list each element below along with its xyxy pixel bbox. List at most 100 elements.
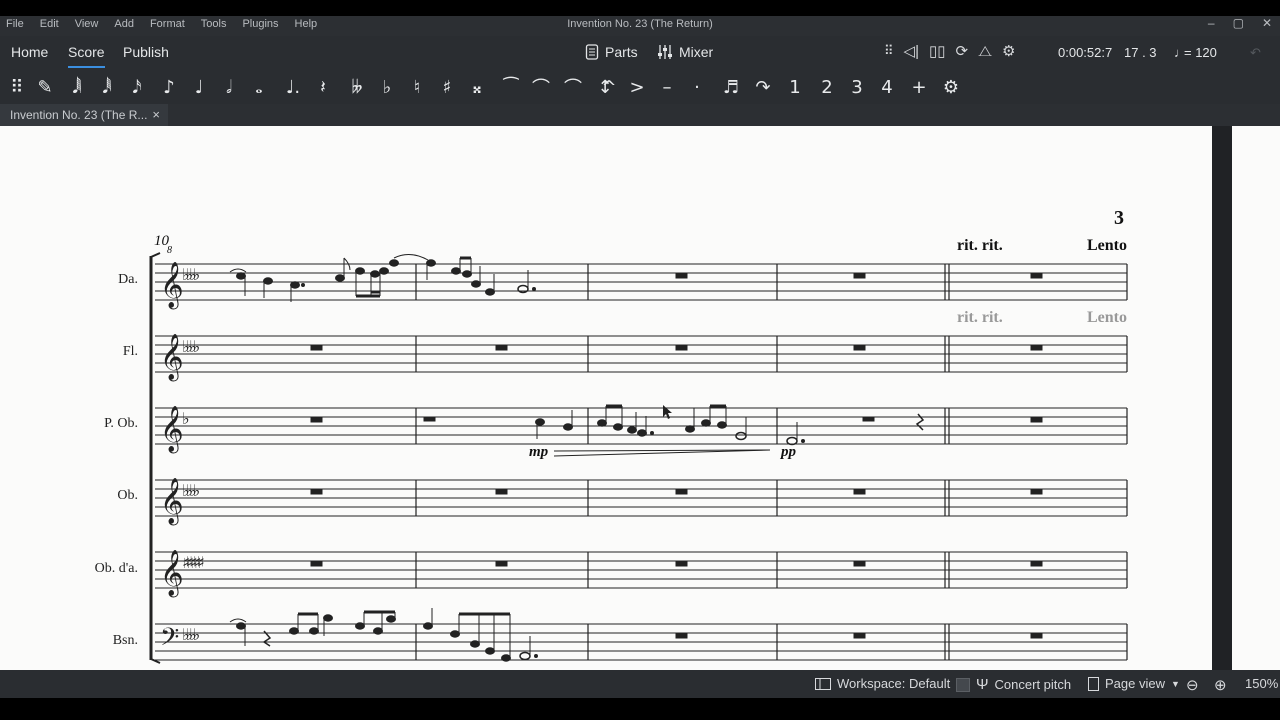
tab-home[interactable]: Home (11, 44, 48, 60)
maximize-icon[interactable]: ▢ (1233, 16, 1244, 30)
toolbar-voice-2-icon[interactable]: 2 (814, 74, 840, 100)
instrument-da[interactable]: Da. (118, 272, 138, 287)
toolbar-voice-4-icon[interactable]: 4 (874, 74, 900, 100)
measure-rest (675, 273, 688, 279)
instrument-bsn[interactable]: Bsn. (113, 633, 138, 648)
tab-score[interactable]: Score (68, 44, 105, 68)
toolbar-staccato-icon[interactable]: · (684, 74, 710, 100)
toolbar-duration-quarter-icon[interactable]: ♩ (186, 74, 212, 100)
close-window-icon[interactable]: ✕ (1262, 16, 1272, 30)
toolbar-input-handle-icon[interactable]: ⠿ (4, 74, 30, 100)
dynamic-mp[interactable]: mp (529, 444, 549, 460)
da-notes (229, 254, 536, 302)
toolbar-marcato-icon[interactable]: ^ (596, 74, 622, 100)
tempo-marking-part[interactable]: Lento (1087, 309, 1127, 326)
toolbar-slur-icon[interactable]: ⌒ (528, 74, 554, 100)
toolbar-duration-eighth-icon[interactable]: ♪ (156, 74, 182, 100)
parts-icon (585, 44, 599, 60)
dynamic-pp[interactable]: pp (779, 444, 797, 460)
toolbar-augmentation-dot-icon[interactable]: ♩. (280, 74, 306, 100)
toolbar-duration-32nd-icon[interactable]: 𝅘𝅥𝅱 (94, 74, 120, 100)
toolbar-flat-icon[interactable]: ♭ (374, 74, 400, 100)
toolbar-flip-icon[interactable]: ↷ (750, 74, 776, 100)
treble-clef-icon: 𝄞 (160, 478, 184, 526)
loop-icon[interactable]: ⟳ (955, 42, 968, 60)
page-number: 3 (1114, 207, 1124, 229)
measure-rest (853, 345, 866, 351)
bass-clef-icon: 𝄢 (160, 623, 179, 658)
toolbar-tenuto-icon[interactable]: – (654, 74, 680, 100)
close-tab-icon[interactable]: × (152, 107, 160, 122)
toolbar-tie-icon[interactable]: ⁀ (498, 74, 524, 100)
octave-marking: 8 (167, 245, 172, 256)
parts-button[interactable]: Parts (585, 44, 638, 60)
workspace-selector[interactable]: Workspace: Default (815, 676, 950, 691)
toolbar-duration-16th-icon[interactable]: 𝅘𝅥𝅯 (124, 74, 150, 100)
title-bar: File Edit View Add Format Tools Plugins … (0, 16, 1280, 36)
toolbar-accent-icon[interactable]: > (624, 74, 650, 100)
toolbar-duration-whole-icon[interactable]: 𝅝 (246, 74, 272, 100)
document-tab[interactable]: Invention No. 23 (The R... × (0, 104, 168, 126)
zoom-level[interactable]: 150% (1245, 676, 1278, 691)
undo-icon[interactable]: ↶ (1250, 45, 1261, 61)
zoom-in-icon[interactable]: ⊕ (1214, 676, 1227, 694)
play-pause-icon[interactable]: ▯▯ (929, 42, 946, 60)
drag-handle-icon[interactable]: ⠿ (884, 43, 894, 59)
instrument-oboe-damore[interactable]: Ob. d'a. (95, 561, 138, 576)
instrument-fl[interactable]: Fl. (123, 344, 138, 359)
toolbar-tuplet-icon[interactable]: ⌒ (560, 74, 586, 100)
metronome-icon[interactable]: ⧍ (978, 43, 992, 60)
concert-pitch-label: Concert pitch (994, 677, 1072, 692)
mixer-button[interactable]: Mixer (657, 44, 713, 60)
measure-rest (675, 633, 688, 639)
treble-clef-icon: 𝄞 (160, 406, 184, 454)
document-tab-bar: Invention No. 23 (The R... × (0, 104, 1280, 126)
rewind-icon[interactable]: ◁| (904, 42, 919, 60)
toolbar-customize-icon[interactable]: ⚙ (938, 74, 964, 100)
toolbar-note-input-pencil-icon[interactable]: ✎ (32, 74, 58, 100)
measure-rest (675, 561, 688, 567)
toolbar-duration-64th-icon[interactable]: 𝅘𝅥𝅲 (64, 74, 90, 100)
tuning-fork-icon: Ψ (976, 676, 989, 693)
top-bar: Home Score Publish Parts Mixer ⠿ ◁| ▯▯ ⟳… (0, 36, 1280, 70)
toolbar-natural-icon[interactable]: ♮ (404, 74, 430, 100)
measure-rest (1030, 273, 1043, 279)
rit-marking[interactable]: rit. rit. (957, 237, 1003, 254)
playback-settings-icon[interactable]: ⚙ (1002, 42, 1015, 60)
key-signature: ♭♭♭♭ (182, 337, 200, 356)
zoom-out-icon[interactable]: ⊖ (1186, 676, 1199, 694)
concert-pitch-checkbox[interactable] (956, 677, 970, 692)
note-input-toolbar: ⠿ ✎ 𝅘𝅥𝅲 𝅘𝅥𝅱 𝅘𝅥𝅯 ♪ ♩ 𝅗𝅥 𝅝 ♩. 𝄽 𝄫 ♭ ♮ ♯ 𝄪 ⁀ ⌒ ⌒ ↕ ^ > – · ♬ ↷ 1 2 3 4 + ⚙ (0, 70, 1280, 104)
tab-publish[interactable]: Publish (123, 44, 169, 60)
measure-rest (1030, 633, 1043, 639)
instrument-ob[interactable]: Ob. (117, 488, 138, 503)
workspace-icon (815, 677, 831, 690)
key-signature: ♭ (182, 409, 189, 428)
musescore-window: File Edit View Add Format Tools Plugins … (0, 0, 1280, 720)
tempo-marking[interactable]: Lento (1087, 237, 1127, 254)
measure-rest (1030, 489, 1043, 495)
toolbar-add-icon[interactable]: + (906, 74, 932, 100)
next-page-edge[interactable] (1232, 126, 1280, 670)
toolbar-rest-icon[interactable]: 𝄽 (310, 74, 336, 100)
key-signature: ♭♭♭♭ (182, 265, 200, 284)
toolbar-duration-half-icon[interactable]: 𝅗𝅥 (216, 74, 242, 100)
minimize-icon[interactable]: – (1208, 16, 1215, 30)
view-mode-dropdown[interactable]: Page view ▼ (1088, 676, 1180, 691)
toolbar-double-sharp-icon[interactable]: 𝄪 (464, 74, 490, 100)
toolbar-voice-3-icon[interactable]: 3 (844, 74, 870, 100)
toolbar-double-flat-icon[interactable]: 𝄫 (344, 74, 370, 100)
score-canvas[interactable]: 𝄞♭♭♭♭𝄞♭♭♭♭𝄞♭𝄞♭♭♭♭𝄞♯♯♯♯♯𝄢♭♭♭♭ (0, 126, 1280, 670)
rit-marking-part[interactable]: rit. rit. (957, 309, 1003, 326)
playback-position: 17 . 3 (1124, 45, 1157, 60)
window-title: Invention No. 23 (The Return) (567, 18, 713, 30)
concert-pitch-toggle[interactable]: Ψ Concert pitch (956, 676, 1071, 693)
tempo-display[interactable]: = 120 (1184, 45, 1217, 60)
playback-controls: ⠿ ◁| ▯▯ ⟳ ⧍ ⚙ (884, 42, 1015, 61)
measure-rest (853, 633, 866, 639)
toolbar-sharp-icon[interactable]: ♯ (434, 74, 460, 100)
toolbar-tuplet-3-icon[interactable]: ♬ (718, 74, 744, 100)
instrument-pob[interactable]: P. Ob. (104, 416, 138, 431)
score-notation[interactable]: 𝄞♭♭♭♭𝄞♭♭♭♭𝄞♭𝄞♭♭♭♭𝄞♯♯♯♯♯𝄢 ♭♭♭♭ 10 8 3 rit… (0, 126, 1212, 670)
toolbar-voice-1-icon[interactable]: 1 (782, 74, 808, 100)
